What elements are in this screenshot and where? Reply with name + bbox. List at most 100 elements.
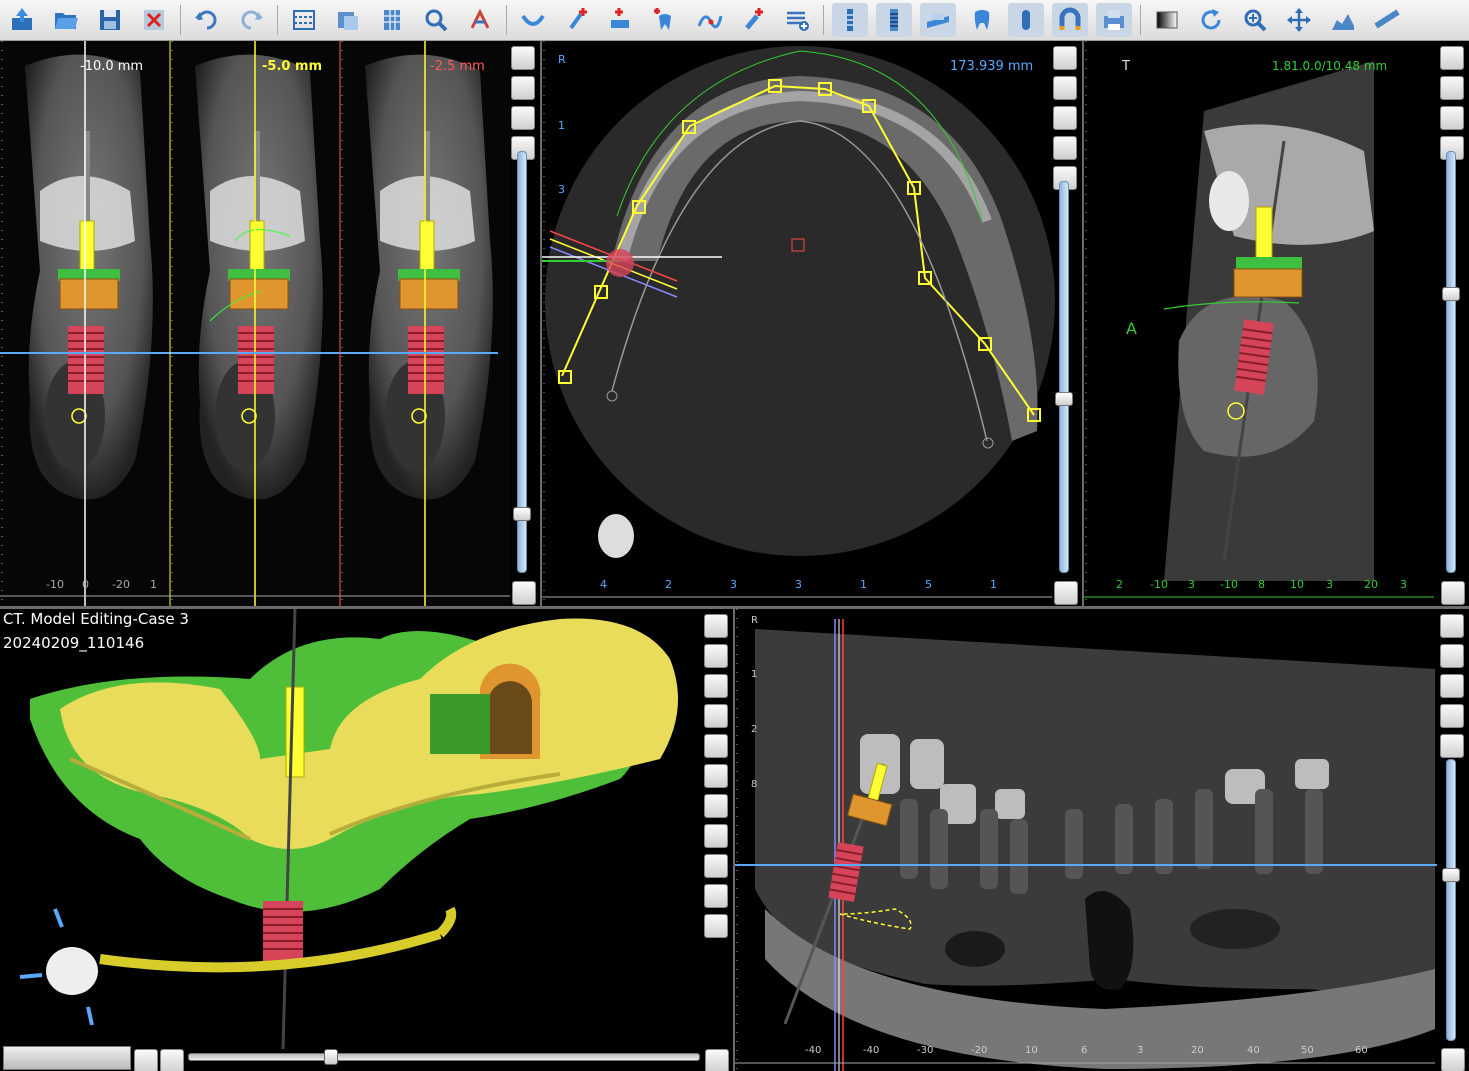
- pano-side-label: 1: [751, 669, 758, 680]
- upload-icon[interactable]: [4, 3, 40, 37]
- expand-view-icon[interactable]: [1054, 581, 1078, 605]
- slider-thumb[interactable]: [1442, 287, 1460, 301]
- pano-ruler-label: -30: [917, 1045, 934, 1056]
- slider-thumb[interactable]: [513, 507, 531, 521]
- triangle-tool-icon[interactable]: [1440, 734, 1464, 758]
- expand-view-icon[interactable]: [512, 581, 536, 605]
- axial-canvas[interactable]: [542, 41, 1082, 606]
- slider-thumb[interactable]: [1442, 868, 1460, 882]
- panoramic-icon[interactable]: [330, 3, 366, 37]
- close-file-icon[interactable]: [136, 3, 172, 37]
- add-tooth-icon[interactable]: [647, 3, 683, 37]
- pan-icon[interactable]: [1281, 3, 1317, 37]
- triangle-tool-icon[interactable]: [704, 794, 728, 818]
- sagittal-ruler-label: 8: [1258, 578, 1265, 591]
- measure-small-icon[interactable]: [704, 854, 728, 878]
- toolbar-separator: [506, 5, 507, 35]
- magnet-icon[interactable]: [1052, 3, 1088, 37]
- arch-curve-icon[interactable]: [1440, 674, 1464, 698]
- walk-icon[interactable]: [160, 1049, 184, 1071]
- hand-tool-icon[interactable]: [704, 614, 728, 638]
- hand-tool-icon[interactable]: [1053, 46, 1077, 70]
- implant-view-icon[interactable]: [832, 3, 868, 37]
- arch-small-icon[interactable]: [704, 704, 728, 728]
- head-view-icon[interactable]: [704, 674, 728, 698]
- cross-section-slider[interactable]: [513, 151, 531, 573]
- layers-small-icon[interactable]: [1053, 136, 1077, 160]
- toolbar-separator: [1140, 5, 1141, 35]
- caliper-icon[interactable]: [511, 76, 535, 100]
- axial-view: 173.939 mm 4 2 3 3 1 5 1 R 1 3: [542, 41, 1082, 606]
- expand-view-icon[interactable]: [1441, 1048, 1465, 1071]
- panoramic-view: -40 -40 -30 -20 10 6 3 20 40 50 60 R 1 2…: [735, 609, 1469, 1071]
- print-small-icon[interactable]: [704, 914, 728, 938]
- hand-tool-icon[interactable]: [1440, 614, 1464, 638]
- view-mode-dropdown[interactable]: [3, 1046, 131, 1070]
- pano-ruler-label: -20: [971, 1045, 988, 1056]
- ruler-icon[interactable]: [1369, 3, 1405, 37]
- screw-icon[interactable]: [876, 3, 912, 37]
- refresh-icon[interactable]: [1193, 3, 1229, 37]
- model-3d-canvas[interactable]: [0, 609, 733, 1071]
- tooth-icon[interactable]: [964, 3, 1000, 37]
- cylinder-icon[interactable]: [1008, 3, 1044, 37]
- forward-arrow-icon[interactable]: [705, 1049, 729, 1071]
- stack-icon[interactable]: [1440, 704, 1464, 728]
- zoom-plus-icon[interactable]: [1237, 3, 1273, 37]
- sagittal-ruler-label: 3: [1188, 578, 1195, 591]
- add-implant-icon[interactable]: [559, 3, 595, 37]
- cross-section-offset-3: -2.5 mm: [430, 59, 485, 74]
- triangle-tool-icon[interactable]: [1053, 106, 1077, 130]
- undo-icon[interactable]: [189, 3, 225, 37]
- expand-view-icon[interactable]: [1441, 581, 1465, 605]
- line-tool-icon[interactable]: [704, 644, 728, 668]
- volume-grid-icon[interactable]: [374, 3, 410, 37]
- slice-view-icon[interactable]: [286, 3, 322, 37]
- stack-icon[interactable]: [511, 106, 535, 130]
- pano-ruler-label: -40: [805, 1045, 822, 1056]
- toolbar-separator: [180, 5, 181, 35]
- panoramic-canvas[interactable]: [735, 609, 1469, 1071]
- axial-ruler-label: 4: [600, 578, 607, 591]
- measure-tool-icon[interactable]: [462, 3, 498, 37]
- add-pin-icon[interactable]: [735, 3, 771, 37]
- zoom-icon[interactable]: [418, 3, 454, 37]
- main-toolbar: [0, 0, 1469, 41]
- caliper-icon[interactable]: [1440, 644, 1464, 668]
- sagittal-slider[interactable]: [1442, 151, 1460, 573]
- arch-icon[interactable]: [515, 3, 551, 37]
- printer-icon[interactable]: [1096, 3, 1132, 37]
- open-folder-icon[interactable]: [48, 3, 84, 37]
- panoramic-slider[interactable]: [1442, 759, 1460, 1041]
- slider-thumb[interactable]: [1055, 392, 1073, 406]
- hand-tool-icon[interactable]: [511, 46, 535, 70]
- add-nerve-icon[interactable]: [603, 3, 639, 37]
- tooth-small-icon[interactable]: [704, 734, 728, 758]
- pano-ruler-label: 60: [1355, 1045, 1368, 1056]
- pen-tool-icon[interactable]: [1440, 76, 1464, 100]
- caliper-icon[interactable]: [704, 824, 728, 848]
- guide-icon[interactable]: [920, 3, 956, 37]
- stack-icon[interactable]: [1053, 76, 1077, 100]
- implant-small-icon[interactable]: [704, 764, 728, 788]
- cross-section-canvas[interactable]: [0, 41, 540, 606]
- save-icon[interactable]: [92, 3, 128, 37]
- stack-icon[interactable]: [1440, 106, 1464, 130]
- opacity-slider[interactable]: [188, 1049, 700, 1065]
- axial-slider[interactable]: [1055, 181, 1073, 573]
- histogram-icon[interactable]: [1325, 3, 1361, 37]
- back-arrow-icon[interactable]: [134, 1049, 158, 1071]
- rotate-icon[interactable]: [704, 884, 728, 908]
- hand-tool-icon[interactable]: [1440, 46, 1464, 70]
- sagittal-canvas[interactable]: [1084, 41, 1469, 606]
- axial-ruler-label: 1: [860, 578, 867, 591]
- contrast-icon[interactable]: [1149, 3, 1185, 37]
- model-view-title: CT. Model Editing-Case 3: [3, 610, 189, 628]
- layers-icon[interactable]: [779, 3, 815, 37]
- model-3d-view: CT. Model Editing-Case 3 20240209_110146: [0, 609, 733, 1071]
- opacity-slider-thumb[interactable]: [324, 1049, 338, 1065]
- cross-section-views: -10.0 mm -5.0 mm -2.5 mm -10 0 -20 1: [0, 41, 540, 606]
- curve-icon[interactable]: [691, 3, 727, 37]
- redo-icon[interactable]: [233, 3, 269, 37]
- sagittal-label-t: T: [1122, 59, 1130, 74]
